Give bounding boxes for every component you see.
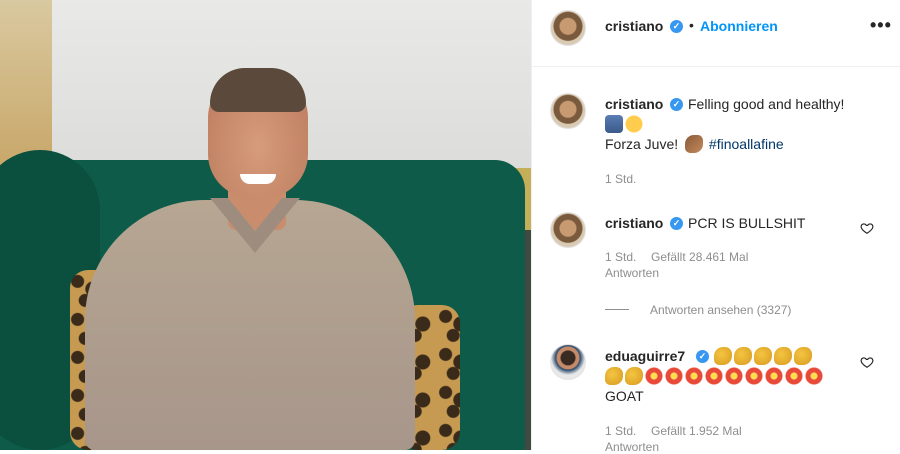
post-photo[interactable] — [0, 0, 531, 450]
flexed-biceps-emoji-icon — [754, 347, 772, 365]
comment-username[interactable]: eduaguirre7 — [605, 348, 685, 364]
collision-emoji-icon — [645, 367, 663, 385]
view-replies-button[interactable]: Antworten ansehen (3327) — [650, 303, 791, 317]
comment-emoji-line-2 — [605, 366, 825, 386]
post-header: cristiano ✓ • Abonnieren ••• — [532, 0, 900, 67]
praying-hands-emoji-icon — [605, 115, 623, 133]
flexed-biceps-emoji-icon — [625, 367, 643, 385]
photo-person-smile — [240, 174, 276, 184]
collision-emoji-icon — [685, 367, 703, 385]
photo-person-hair — [210, 68, 306, 112]
comment-avatar[interactable] — [550, 344, 586, 380]
comment-text: PCR IS BULLSHIT — [688, 215, 806, 231]
flexed-biceps-emoji-icon — [774, 347, 792, 365]
comment-text: GOAT — [605, 388, 644, 404]
verified-badge-icon: ✓ — [670, 217, 683, 230]
comment-like-count[interactable]: Gefällt 28.461 Mal — [651, 250, 748, 264]
comment-timestamp[interactable]: 1 Std. — [605, 424, 636, 438]
header-separator: • — [689, 17, 694, 33]
comment-avatar[interactable] — [550, 212, 586, 248]
view-replies-divider — [605, 309, 629, 310]
comment-emoji-line-1 — [714, 346, 814, 366]
caption-hashtag-link[interactable]: #finoallafine — [709, 136, 784, 152]
caption-line-3: Forza Juve! #finoallafine — [605, 134, 784, 154]
collision-emoji-icon — [745, 367, 763, 385]
caption-author-avatar[interactable] — [550, 93, 586, 129]
author-avatar[interactable] — [550, 10, 586, 46]
verified-badge-icon: ✓ — [696, 350, 709, 363]
heart-icon[interactable] — [860, 221, 874, 235]
heart-icon[interactable] — [860, 355, 874, 369]
caption-username[interactable]: cristiano — [605, 96, 663, 112]
comment-reply-button[interactable]: Antworten — [605, 440, 659, 454]
comment-timestamp[interactable]: 1 Std. — [605, 250, 636, 264]
caption-line-1: Felling good and healthy! — [688, 96, 845, 112]
author-username[interactable]: cristiano — [605, 18, 663, 34]
more-options-icon[interactable]: ••• — [870, 15, 892, 36]
collision-emoji-icon — [765, 367, 783, 385]
flexed-biceps-emoji-icon — [714, 347, 732, 365]
flexed-arm-emoji-icon — [685, 135, 704, 153]
verified-badge-icon: ✓ — [670, 98, 683, 111]
flexed-biceps-emoji-icon — [605, 367, 623, 385]
collision-emoji-icon — [665, 367, 683, 385]
comment-like-count[interactable]: Gefällt 1.952 Mal — [651, 424, 742, 438]
post-side-panel: cristiano ✓ • Abonnieren ••• cristiano ✓… — [531, 0, 900, 454]
flexed-biceps-emoji-icon — [794, 347, 812, 365]
comment-username[interactable]: cristiano — [605, 215, 663, 231]
caption-timestamp[interactable]: 1 Std. — [605, 172, 636, 186]
verified-badge-icon: ✓ — [670, 20, 683, 33]
collision-emoji-icon — [805, 367, 823, 385]
follow-button[interactable]: Abonnieren — [700, 18, 778, 34]
collision-emoji-icon — [785, 367, 803, 385]
caption-emoji-line — [605, 114, 645, 134]
collision-emoji-icon — [705, 367, 723, 385]
comment-reply-button[interactable]: Antworten — [605, 266, 659, 280]
caption-forza-text: Forza Juve! — [605, 136, 679, 152]
instagram-post: cristiano ✓ • Abonnieren ••• cristiano ✓… — [0, 0, 900, 454]
smiling-face-emoji-icon — [625, 115, 643, 133]
collision-emoji-icon — [725, 367, 743, 385]
flexed-biceps-emoji-icon — [734, 347, 752, 365]
